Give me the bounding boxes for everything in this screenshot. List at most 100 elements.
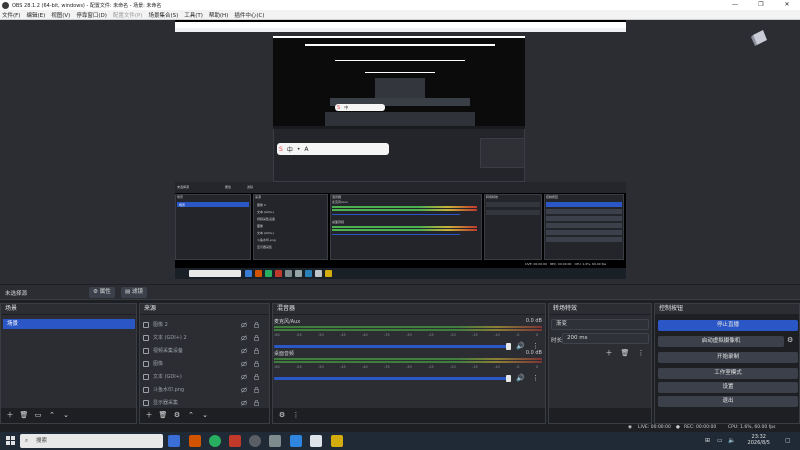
- start-virtual-camera-button[interactable]: 启动虚拟摄像机: [658, 336, 784, 347]
- visibility-hidden-icon[interactable]: [241, 373, 247, 380]
- source-label: 视频采集设备: [153, 348, 184, 354]
- move-source-up-button[interactable]: ⌃: [185, 409, 197, 421]
- volume-slider[interactable]: [274, 345, 510, 348]
- menu-view[interactable]: 视图(V): [51, 11, 70, 19]
- scene-filters-button[interactable]: ▭: [32, 409, 44, 421]
- kugou-app-icon[interactable]: [168, 435, 180, 447]
- source-item[interactable]: 图像 2: [143, 319, 271, 330]
- menu-docks[interactable]: 停靠窗口(D): [76, 11, 107, 19]
- close-button[interactable]: ✕: [774, 0, 800, 10]
- visibility-hidden-icon[interactable]: [241, 347, 247, 354]
- speaker-icon[interactable]: 🔊: [516, 374, 525, 382]
- app-icon-5[interactable]: [331, 435, 343, 447]
- lock-icon[interactable]: [254, 334, 259, 341]
- source-item[interactable]: 文本 (GDI+) 2: [143, 332, 271, 343]
- move-scene-down-button[interactable]: ⌄: [60, 409, 72, 421]
- notifications-icon[interactable]: ▢: [785, 437, 791, 444]
- taskbar-search[interactable]: ⌕ 搜索: [20, 434, 163, 448]
- volume-meter: [274, 326, 542, 328]
- clock[interactable]: 23:32 2026/8/5: [748, 434, 770, 446]
- transition-menu-button[interactable]: ⋮: [635, 347, 647, 359]
- menu-scene-collection[interactable]: 场景集合(S): [148, 11, 178, 19]
- source-item[interactable]: 视频采集设备: [143, 345, 271, 356]
- properties-button[interactable]: ⚙ 属性: [89, 287, 115, 298]
- volume-icon[interactable]: 🔈: [728, 437, 735, 444]
- track-menu-icon[interactable]: ⋮: [532, 342, 539, 350]
- move-scene-up-button[interactable]: ⌃: [46, 409, 58, 421]
- wechat-app-icon[interactable]: [209, 435, 221, 447]
- virtual-camera-settings-icon[interactable]: ⚙: [787, 336, 793, 344]
- obs-taskbar-icon[interactable]: [249, 435, 261, 447]
- app-icon-1[interactable]: [189, 435, 201, 447]
- windows-start-icon[interactable]: [6, 436, 15, 445]
- lock-icon[interactable]: [254, 321, 259, 328]
- add-scene-button[interactable]: ＋: [4, 409, 16, 421]
- status-bar: ◉ LIVE: 00:00:00 ● REC: 00:00:00 CPU: 1.…: [0, 424, 800, 432]
- camera-source-icon: [143, 347, 149, 354]
- menu-help[interactable]: 帮助(H): [209, 11, 228, 19]
- volume-slider-handle[interactable]: [506, 343, 511, 350]
- source-item[interactable]: 图像: [143, 358, 271, 369]
- app-icon-4[interactable]: [310, 435, 322, 447]
- source-item[interactable]: 斗鱼水印.png: [143, 384, 271, 395]
- filters-button[interactable]: ▤ 滤镜: [121, 287, 147, 298]
- menu-tools[interactable]: 工具(T): [184, 11, 203, 19]
- menu-plugin-center[interactable]: 插件中心(C): [234, 11, 264, 19]
- os-taskbar: ⌕ 搜索 ⊞ ▭ 🔈 23:32 2026/8/5 ▢: [0, 432, 800, 450]
- menu-bar: 文件(F) 编辑(E) 视图(V) 停靠窗口(D) 配置文件(P) 场景集合(S…: [0, 10, 800, 20]
- settings-button[interactable]: 设置: [658, 382, 798, 393]
- scene-item[interactable]: 场景: [3, 319, 135, 329]
- nested-search: [189, 270, 241, 277]
- remove-transition-button[interactable]: 🗑: [619, 347, 631, 359]
- studio-mode-button[interactable]: 工作室模式: [658, 368, 798, 379]
- track-menu-icon[interactable]: ⋮: [532, 374, 539, 382]
- monitor-source-icon: [143, 399, 149, 406]
- volume-slider-handle[interactable]: [506, 375, 511, 382]
- network-icon[interactable]: ▭: [717, 437, 723, 444]
- duration-input[interactable]: 200 ms: [562, 333, 649, 344]
- source-settings-button[interactable]: ⚙: [171, 409, 183, 421]
- stop-streaming-button[interactable]: 停止直播: [658, 320, 798, 331]
- move-source-down-button[interactable]: ⌄: [199, 409, 211, 421]
- filters-label: 滤镜: [131, 289, 143, 295]
- menu-file[interactable]: 文件(F): [2, 11, 20, 19]
- lock-icon[interactable]: [254, 347, 259, 354]
- track-name: 桌面音频: [274, 351, 295, 357]
- volume-meter: [274, 361, 542, 363]
- db-scale: -60 -55 -50 -45 -40 -35 -30 -25 -20 -15 -10 -5 0: [274, 365, 539, 369]
- lock-icon[interactable]: [254, 386, 259, 393]
- menu-profile[interactable]: 配置文件(P): [113, 11, 143, 19]
- remove-source-button[interactable]: 🗑: [157, 409, 169, 421]
- source-label: 显示器采集: [153, 400, 179, 406]
- source-toolbar: 未选择源 ⚙ 属性 ▤ 滤镜: [0, 285, 800, 300]
- lock-icon[interactable]: [254, 360, 259, 367]
- add-transition-button[interactable]: ＋: [603, 347, 615, 359]
- volume-slider[interactable]: [274, 377, 510, 380]
- add-source-button[interactable]: ＋: [143, 409, 155, 421]
- search-icon: ⌕: [25, 438, 29, 444]
- maximize-button[interactable]: ❐: [748, 0, 774, 10]
- preview-canvas[interactable]: S中 S 中 • A 未选择源 属性 滤镜 场景 场景 来源 图像 2 文本 (GDI…: [175, 20, 626, 279]
- language-icon[interactable]: ⊞: [705, 437, 710, 444]
- mixer-settings-button[interactable]: ⚙: [276, 409, 288, 421]
- edge-app-icon[interactable]: [290, 435, 302, 447]
- exit-button[interactable]: 退出: [658, 396, 798, 407]
- visibility-hidden-icon[interactable]: [241, 399, 247, 406]
- remove-scene-button[interactable]: 🗑: [18, 409, 30, 421]
- lock-icon[interactable]: [254, 373, 259, 380]
- app-icon-3[interactable]: [269, 435, 281, 447]
- app-icon-2[interactable]: [229, 435, 241, 447]
- visibility-hidden-icon[interactable]: [241, 334, 247, 341]
- start-recording-button[interactable]: 开始录制: [658, 352, 798, 363]
- mixer-menu-button[interactable]: ⋮: [290, 409, 302, 421]
- transition-select[interactable]: 渐变: [551, 319, 649, 330]
- menu-edit[interactable]: 编辑(E): [26, 11, 45, 19]
- source-item[interactable]: 文本 (GDI+): [143, 371, 271, 382]
- visibility-hidden-icon[interactable]: [241, 321, 247, 328]
- speaker-icon[interactable]: 🔊: [516, 342, 525, 350]
- minimize-button[interactable]: —: [722, 0, 748, 10]
- mixer-track-desktop: 桌面音频 0.0 dB -60 -55 -50 -45 -40 -35 -30 -25 -20-…: [272, 350, 544, 388]
- visibility-hidden-icon[interactable]: [241, 386, 247, 393]
- lock-icon[interactable]: [254, 399, 259, 406]
- visibility-hidden-icon[interactable]: [241, 360, 247, 367]
